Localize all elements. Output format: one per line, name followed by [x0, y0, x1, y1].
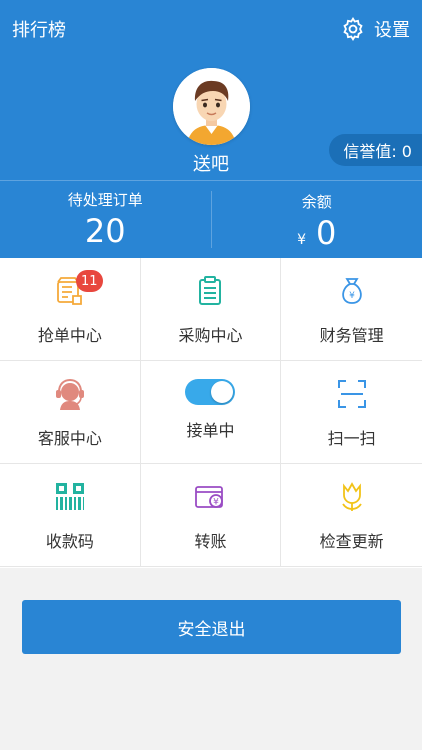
order-count-badge: 11 — [76, 270, 103, 292]
accepting-orders-toggle[interactable] — [185, 379, 236, 405]
grab-order-center-button[interactable]: 11 抢单中心 — [0, 258, 141, 361]
scan-icon — [335, 377, 369, 411]
purchase-center-label: 采购中心 — [178, 326, 243, 345]
transfer-label: 转账 — [194, 532, 227, 551]
ranking-link[interactable]: 排行榜 — [12, 16, 66, 42]
scan-label: 扫一扫 — [327, 429, 376, 448]
pending-orders-stat[interactable]: 待处理订单 20 — [0, 181, 211, 258]
pending-orders-value: 20 — [84, 212, 126, 250]
svg-text:¥: ¥ — [214, 498, 220, 508]
payment-qr-label: 收款码 — [45, 532, 94, 551]
profile-header: 排行榜 设置 送吧 信誉值: 0 待处理订单 20 余额 ¥ 0 — [0, 0, 422, 258]
wallet-transfer-icon: ¥ — [193, 480, 227, 514]
stats-bar: 待处理订单 20 余额 ¥0 — [0, 180, 422, 258]
transfer-button[interactable]: ¥ 转账 — [140, 464, 282, 567]
customer-service-button[interactable]: 客服中心 — [0, 361, 141, 464]
gear-icon — [343, 16, 363, 42]
feature-grid: 11 抢单中心 采购中心 ¥ 财务管理 客服中心 接单中 扫一扫 收款码 ¥ 转… — [0, 258, 422, 568]
check-update-label: 检查更新 — [319, 532, 384, 551]
headset-icon — [53, 377, 87, 411]
money-bag-icon: ¥ — [335, 274, 369, 308]
credit-score-badge: 信誉值: 0 — [329, 134, 422, 166]
balance-value-row: ¥0 — [212, 214, 422, 252]
customer-service-label: 客服中心 — [37, 429, 102, 448]
purchase-center-button[interactable]: 采购中心 — [140, 258, 282, 361]
svg-text:¥: ¥ — [349, 291, 355, 301]
accepting-orders-label: 接单中 — [186, 421, 235, 440]
finance-management-button[interactable]: ¥ 财务管理 — [281, 258, 422, 361]
check-update-button[interactable]: 检查更新 — [281, 464, 422, 567]
qr-code-icon — [53, 480, 87, 514]
balance-stat[interactable]: 余额 ¥0 — [210, 191, 422, 252]
balance-label: 余额 — [301, 193, 332, 211]
logout-button[interactable]: 安全退出 — [22, 600, 401, 654]
balance-value: 0 — [316, 214, 337, 252]
tulip-icon — [335, 480, 369, 514]
clipboard-icon — [193, 274, 227, 308]
settings-label: 设置 — [374, 20, 410, 41]
payment-qr-button[interactable]: 收款码 — [0, 464, 141, 567]
settings-button[interactable]: 设置 — [340, 16, 410, 42]
currency-symbol: ¥ — [297, 232, 307, 248]
scan-button[interactable]: 扫一扫 — [281, 361, 422, 464]
accepting-orders-toggle-cell[interactable]: 接单中 — [140, 361, 282, 464]
pending-orders-label: 待处理订单 — [67, 191, 143, 209]
toggle-knob — [211, 381, 234, 403]
finance-management-label: 财务管理 — [319, 326, 384, 345]
grab-order-center-label: 抢单中心 — [37, 326, 102, 345]
avatar[interactable] — [173, 68, 250, 145]
